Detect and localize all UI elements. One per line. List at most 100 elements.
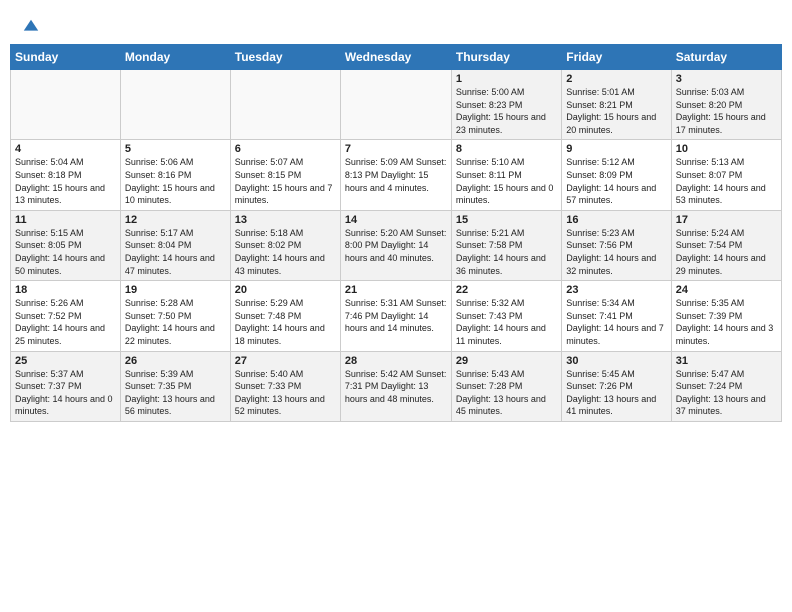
day-info: Sunrise: 5:07 AM Sunset: 8:15 PM Dayligh… — [235, 156, 336, 206]
day-info: Sunrise: 5:09 AM Sunset: 8:13 PM Dayligh… — [345, 156, 447, 194]
calendar-cell: 9Sunrise: 5:12 AM Sunset: 8:09 PM Daylig… — [562, 140, 671, 210]
day-info: Sunrise: 5:20 AM Sunset: 8:00 PM Dayligh… — [345, 227, 447, 265]
day-info: Sunrise: 5:06 AM Sunset: 8:16 PM Dayligh… — [125, 156, 226, 206]
calendar-cell: 31Sunrise: 5:47 AM Sunset: 7:24 PM Dayli… — [671, 351, 781, 421]
column-header-friday: Friday — [562, 45, 671, 70]
day-info: Sunrise: 5:00 AM Sunset: 8:23 PM Dayligh… — [456, 86, 557, 136]
calendar-cell: 28Sunrise: 5:42 AM Sunset: 7:31 PM Dayli… — [340, 351, 451, 421]
calendar-header-row: SundayMondayTuesdayWednesdayThursdayFrid… — [11, 45, 782, 70]
day-number: 7 — [345, 143, 447, 155]
calendar-cell: 30Sunrise: 5:45 AM Sunset: 7:26 PM Dayli… — [562, 351, 671, 421]
day-info: Sunrise: 5:26 AM Sunset: 7:52 PM Dayligh… — [15, 297, 116, 347]
day-info: Sunrise: 5:12 AM Sunset: 8:09 PM Dayligh… — [566, 156, 666, 206]
day-number: 18 — [15, 284, 116, 296]
day-number: 16 — [566, 214, 666, 226]
day-info: Sunrise: 5:45 AM Sunset: 7:26 PM Dayligh… — [566, 368, 666, 418]
calendar-cell — [230, 70, 340, 140]
day-number: 15 — [456, 214, 557, 226]
calendar-cell: 1Sunrise: 5:00 AM Sunset: 8:23 PM Daylig… — [451, 70, 561, 140]
calendar-week-row: 11Sunrise: 5:15 AM Sunset: 8:05 PM Dayli… — [11, 210, 782, 280]
day-number: 4 — [15, 143, 116, 155]
day-info: Sunrise: 5:34 AM Sunset: 7:41 PM Dayligh… — [566, 297, 666, 347]
calendar-cell: 3Sunrise: 5:03 AM Sunset: 8:20 PM Daylig… — [671, 70, 781, 140]
day-number: 27 — [235, 355, 336, 367]
day-info: Sunrise: 5:03 AM Sunset: 8:20 PM Dayligh… — [676, 86, 777, 136]
calendar-cell: 5Sunrise: 5:06 AM Sunset: 8:16 PM Daylig… — [120, 140, 230, 210]
day-info: Sunrise: 5:39 AM Sunset: 7:35 PM Dayligh… — [125, 368, 226, 418]
calendar-cell — [120, 70, 230, 140]
day-number: 10 — [676, 143, 777, 155]
day-number: 9 — [566, 143, 666, 155]
day-number: 11 — [15, 214, 116, 226]
calendar-week-row: 25Sunrise: 5:37 AM Sunset: 7:37 PM Dayli… — [11, 351, 782, 421]
day-number: 21 — [345, 284, 447, 296]
day-info: Sunrise: 5:43 AM Sunset: 7:28 PM Dayligh… — [456, 368, 557, 418]
day-number: 13 — [235, 214, 336, 226]
calendar-week-row: 4Sunrise: 5:04 AM Sunset: 8:18 PM Daylig… — [11, 140, 782, 210]
day-number: 31 — [676, 355, 777, 367]
day-number: 17 — [676, 214, 777, 226]
calendar-cell: 18Sunrise: 5:26 AM Sunset: 7:52 PM Dayli… — [11, 281, 121, 351]
calendar-cell: 26Sunrise: 5:39 AM Sunset: 7:35 PM Dayli… — [120, 351, 230, 421]
calendar-cell: 10Sunrise: 5:13 AM Sunset: 8:07 PM Dayli… — [671, 140, 781, 210]
day-info: Sunrise: 5:04 AM Sunset: 8:18 PM Dayligh… — [15, 156, 116, 206]
column-header-monday: Monday — [120, 45, 230, 70]
day-info: Sunrise: 5:21 AM Sunset: 7:58 PM Dayligh… — [456, 227, 557, 277]
day-info: Sunrise: 5:13 AM Sunset: 8:07 PM Dayligh… — [676, 156, 777, 206]
day-number: 28 — [345, 355, 447, 367]
calendar-cell: 23Sunrise: 5:34 AM Sunset: 7:41 PM Dayli… — [562, 281, 671, 351]
day-number: 8 — [456, 143, 557, 155]
calendar-cell: 7Sunrise: 5:09 AM Sunset: 8:13 PM Daylig… — [340, 140, 451, 210]
calendar-cell: 25Sunrise: 5:37 AM Sunset: 7:37 PM Dayli… — [11, 351, 121, 421]
calendar-cell: 6Sunrise: 5:07 AM Sunset: 8:15 PM Daylig… — [230, 140, 340, 210]
day-info: Sunrise: 5:32 AM Sunset: 7:43 PM Dayligh… — [456, 297, 557, 347]
day-number: 6 — [235, 143, 336, 155]
day-number: 3 — [676, 73, 777, 85]
calendar-cell: 17Sunrise: 5:24 AM Sunset: 7:54 PM Dayli… — [671, 210, 781, 280]
calendar-cell: 15Sunrise: 5:21 AM Sunset: 7:58 PM Dayli… — [451, 210, 561, 280]
calendar-cell: 16Sunrise: 5:23 AM Sunset: 7:56 PM Dayli… — [562, 210, 671, 280]
page-header — [10, 10, 782, 40]
calendar-cell: 29Sunrise: 5:43 AM Sunset: 7:28 PM Dayli… — [451, 351, 561, 421]
day-info: Sunrise: 5:47 AM Sunset: 7:24 PM Dayligh… — [676, 368, 777, 418]
day-number: 1 — [456, 73, 557, 85]
day-number: 20 — [235, 284, 336, 296]
day-number: 2 — [566, 73, 666, 85]
day-info: Sunrise: 5:37 AM Sunset: 7:37 PM Dayligh… — [15, 368, 116, 418]
calendar-week-row: 1Sunrise: 5:00 AM Sunset: 8:23 PM Daylig… — [11, 70, 782, 140]
day-info: Sunrise: 5:40 AM Sunset: 7:33 PM Dayligh… — [235, 368, 336, 418]
column-header-tuesday: Tuesday — [230, 45, 340, 70]
calendar-cell: 20Sunrise: 5:29 AM Sunset: 7:48 PM Dayli… — [230, 281, 340, 351]
calendar-cell: 14Sunrise: 5:20 AM Sunset: 8:00 PM Dayli… — [340, 210, 451, 280]
calendar-week-row: 18Sunrise: 5:26 AM Sunset: 7:52 PM Dayli… — [11, 281, 782, 351]
day-info: Sunrise: 5:28 AM Sunset: 7:50 PM Dayligh… — [125, 297, 226, 347]
day-number: 12 — [125, 214, 226, 226]
day-number: 23 — [566, 284, 666, 296]
day-info: Sunrise: 5:35 AM Sunset: 7:39 PM Dayligh… — [676, 297, 777, 347]
column-header-wednesday: Wednesday — [340, 45, 451, 70]
calendar-cell: 2Sunrise: 5:01 AM Sunset: 8:21 PM Daylig… — [562, 70, 671, 140]
logo — [20, 18, 40, 36]
calendar-table: SundayMondayTuesdayWednesdayThursdayFrid… — [10, 44, 782, 422]
day-info: Sunrise: 5:17 AM Sunset: 8:04 PM Dayligh… — [125, 227, 226, 277]
calendar-cell: 4Sunrise: 5:04 AM Sunset: 8:18 PM Daylig… — [11, 140, 121, 210]
day-info: Sunrise: 5:31 AM Sunset: 7:46 PM Dayligh… — [345, 297, 447, 335]
day-number: 25 — [15, 355, 116, 367]
day-number: 30 — [566, 355, 666, 367]
calendar-cell: 22Sunrise: 5:32 AM Sunset: 7:43 PM Dayli… — [451, 281, 561, 351]
calendar-cell — [11, 70, 121, 140]
column-header-thursday: Thursday — [451, 45, 561, 70]
calendar-cell: 19Sunrise: 5:28 AM Sunset: 7:50 PM Dayli… — [120, 281, 230, 351]
logo-icon — [22, 18, 40, 36]
day-number: 24 — [676, 284, 777, 296]
day-info: Sunrise: 5:10 AM Sunset: 8:11 PM Dayligh… — [456, 156, 557, 206]
calendar-cell: 27Sunrise: 5:40 AM Sunset: 7:33 PM Dayli… — [230, 351, 340, 421]
column-header-saturday: Saturday — [671, 45, 781, 70]
day-info: Sunrise: 5:42 AM Sunset: 7:31 PM Dayligh… — [345, 368, 447, 406]
day-number: 14 — [345, 214, 447, 226]
day-info: Sunrise: 5:15 AM Sunset: 8:05 PM Dayligh… — [15, 227, 116, 277]
calendar-cell — [340, 70, 451, 140]
day-info: Sunrise: 5:18 AM Sunset: 8:02 PM Dayligh… — [235, 227, 336, 277]
day-info: Sunrise: 5:23 AM Sunset: 7:56 PM Dayligh… — [566, 227, 666, 277]
day-number: 5 — [125, 143, 226, 155]
